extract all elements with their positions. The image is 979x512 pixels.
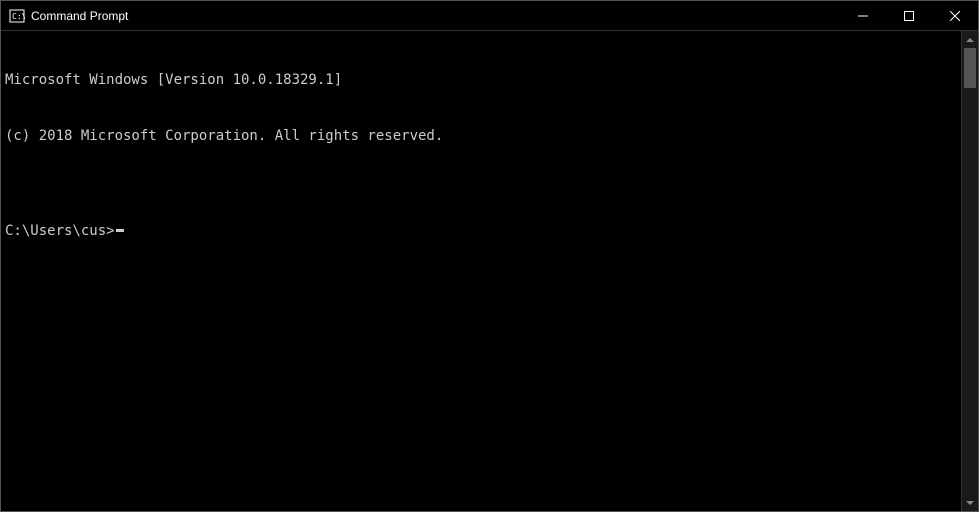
window-title: Command Prompt <box>31 9 128 23</box>
svg-text:C:\: C:\ <box>12 12 25 21</box>
minimize-button[interactable] <box>840 1 886 31</box>
version-line: Microsoft Windows [Version 10.0.18329.1] <box>5 71 957 90</box>
titlebar-left: C:\ Command Prompt <box>1 8 128 24</box>
maximize-button[interactable] <box>886 1 932 31</box>
cursor <box>116 229 124 232</box>
command-prompt-icon: C:\ <box>9 8 25 24</box>
titlebar: C:\ Command Prompt <box>1 1 978 31</box>
prompt-line: C:\Users\cus> <box>5 222 957 241</box>
scroll-down-arrow[interactable] <box>962 494 978 511</box>
scroll-track[interactable] <box>962 48 978 494</box>
scroll-up-arrow[interactable] <box>962 31 978 48</box>
vertical-scrollbar[interactable] <box>961 31 978 511</box>
prompt-text: C:\Users\cus> <box>5 222 115 241</box>
copyright-line: (c) 2018 Microsoft Corporation. All righ… <box>5 127 957 146</box>
content-wrapper: Microsoft Windows [Version 10.0.18329.1]… <box>1 31 978 511</box>
scroll-thumb[interactable] <box>964 48 976 88</box>
terminal-output[interactable]: Microsoft Windows [Version 10.0.18329.1]… <box>1 31 961 511</box>
window-controls <box>840 1 978 30</box>
close-button[interactable] <box>932 1 978 31</box>
